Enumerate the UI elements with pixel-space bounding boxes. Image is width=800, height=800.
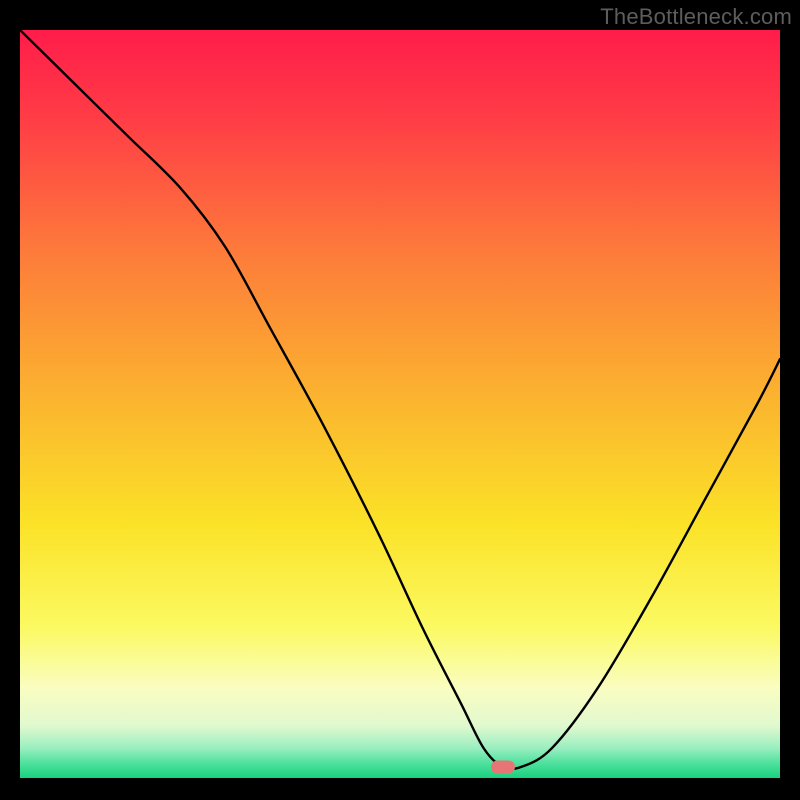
plot-container	[20, 30, 780, 778]
plot-background	[20, 30, 780, 778]
optimal-point-marker	[491, 760, 515, 773]
watermark-text: TheBottleneck.com	[600, 4, 792, 30]
